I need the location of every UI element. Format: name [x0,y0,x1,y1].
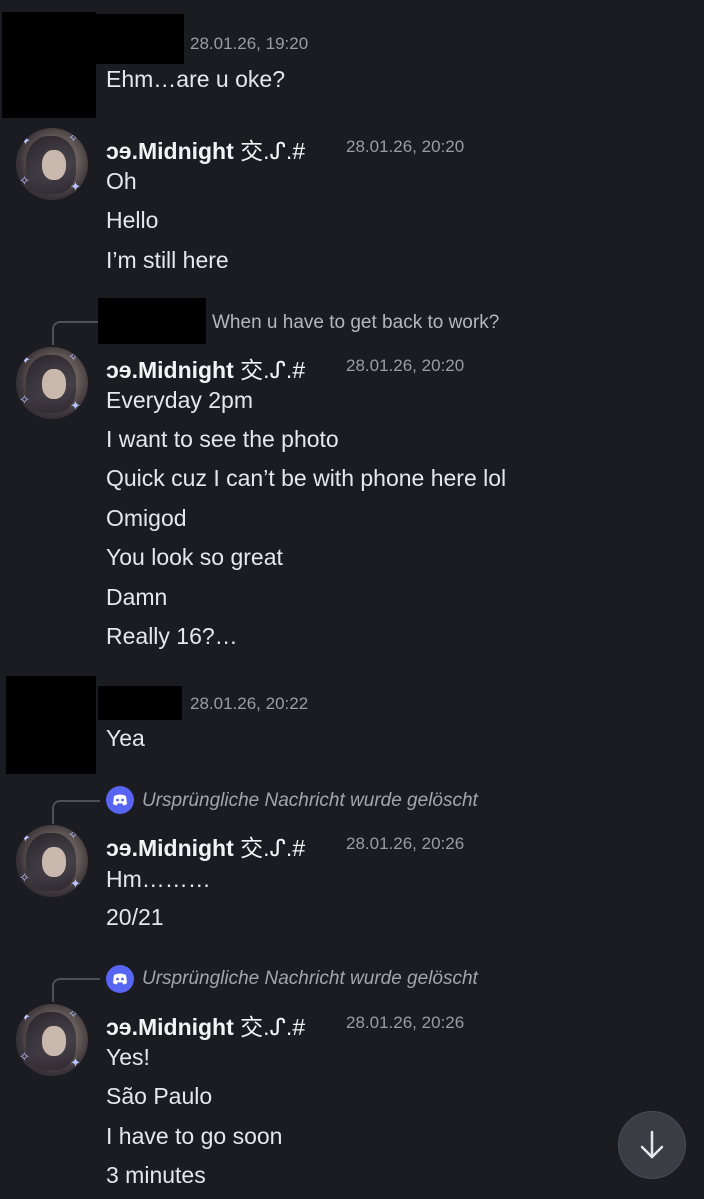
star-icon: ✧ [19,173,30,188]
star-icon: ✧ [19,870,30,885]
reply-preview-deleted[interactable]: Ursprüngliche Nachricht wurde gelöscht [142,790,478,812]
message-text: Everyday 2pm [106,387,254,413]
message-text: Oh [106,168,137,194]
message-text: Hm……… [106,866,211,892]
star-icon: ✦ [70,1055,81,1070]
message-timestamp: 28.01.26, 20:26 [346,1013,465,1032]
message-text: 3 minutes [106,1162,206,1188]
reply-connector [52,321,100,345]
message-timestamp: 28.01.26, 19:20 [190,34,309,53]
arrow-down-icon [640,1130,664,1159]
message-text: Damn [106,584,168,610]
redacted-avatar [2,12,96,118]
message-text: 20/21 [106,904,164,930]
username-glyph: 交.ᔑ.# [240,138,306,164]
discord-icon [106,965,134,993]
redacted-username [98,686,182,720]
star-icon: ✦ [20,1009,31,1024]
redacted-username [94,14,184,64]
message-text: Omigod [106,505,187,531]
username[interactable]: ɔɘ.Midnight 交.ᔑ.# [106,829,305,863]
username-glyph: 交.ᔑ.# [240,357,306,383]
star-icon: ✦ [70,179,81,194]
message-text: Yes! [106,1044,150,1070]
star-icon: ✧ [19,392,30,407]
username[interactable]: ɔɘ.Midnight 交.ᔑ.# [106,351,305,385]
scroll-to-bottom-button[interactable] [618,1111,686,1179]
star-icon: ✦ [70,398,81,413]
reply-preview-deleted[interactable]: Ursprüngliche Nachricht wurde gelöscht [142,968,478,990]
message-text: São Paulo [106,1083,213,1109]
star-icon: ✧ [68,1006,79,1021]
avatar[interactable]: ✦ ✧ ✧ ✦ [16,347,88,419]
message-timestamp: 28.01.26, 20:20 [346,137,465,156]
message-text: You look so great [106,544,283,570]
message-text: I want to see the photo [106,426,339,452]
message-text: Ehm…are u oke? [106,66,285,92]
star-icon: ✧ [68,130,79,145]
star-icon: ✦ [20,830,31,845]
reply-connector [52,978,100,1002]
message-text: Really 16?… [106,623,238,649]
username-glyph: 交.ᔑ.# [240,835,306,861]
avatar[interactable]: ✦ ✧ ✧ ✦ [16,128,88,200]
star-icon: ✦ [20,352,31,367]
message-text: Quick cuz I can’t be with phone here lol [106,465,507,491]
message-text: I have to go soon [106,1123,283,1149]
message-timestamp: 28.01.26, 20:26 [346,834,465,853]
discord-icon [106,786,134,814]
username-glyph: 交.ᔑ.# [240,1014,306,1040]
redacted-avatar [6,676,96,774]
message-text: Hello [106,207,159,233]
username[interactable]: ɔɘ.Midnight 交.ᔑ.# [106,132,305,166]
avatar[interactable]: ✦ ✧ ✧ ✦ [16,825,88,897]
avatar[interactable]: ✦ ✧ ✧ ✦ [16,1004,88,1076]
redacted-reply-username [98,298,206,344]
username[interactable]: ɔɘ.Midnight 交.ᔑ.# [106,1008,305,1042]
message-text: I’m still here [106,247,229,273]
star-icon: ✧ [68,349,79,364]
message-text: Yea [106,725,145,751]
reply-preview[interactable]: When u have to get back to work? [212,312,499,334]
message-timestamp: 28.01.26, 20:22 [190,694,309,713]
star-icon: ✦ [20,133,31,148]
star-icon: ✧ [68,827,79,842]
message-timestamp: 28.01.26, 20:20 [346,356,465,375]
star-icon: ✦ [70,876,81,891]
reply-connector [52,800,100,824]
star-icon: ✧ [19,1049,30,1064]
